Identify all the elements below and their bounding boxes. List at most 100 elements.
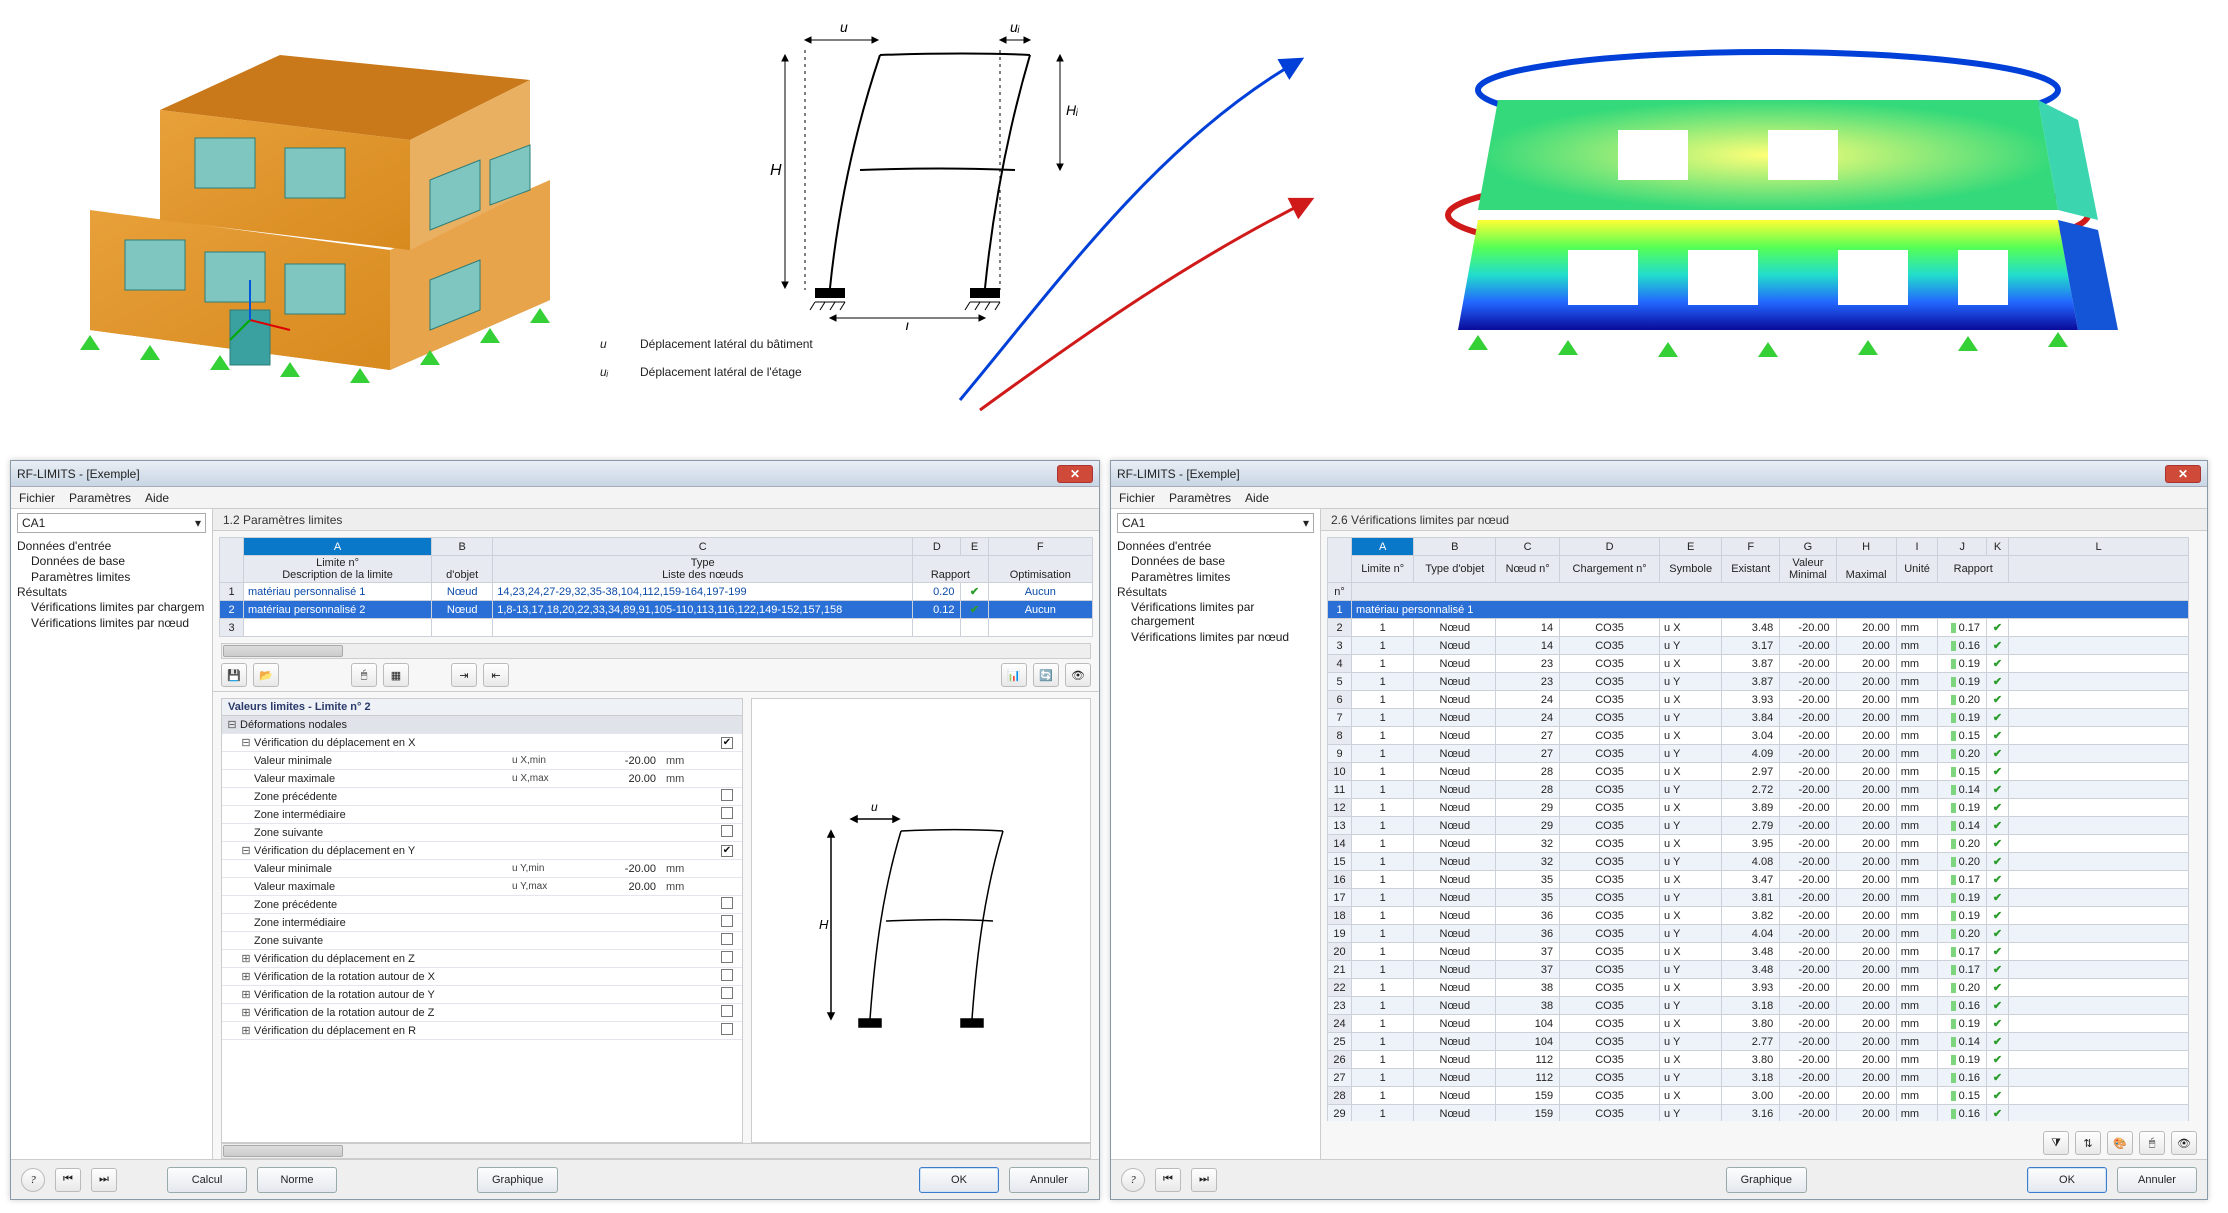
titlebar-left[interactable]: RF-LIMITS - [Exemple] ✕ <box>11 461 1099 487</box>
cancel-button[interactable]: Annuler <box>2117 1167 2197 1193</box>
table-row[interactable]: 13 1 Nœud 29 CO35 u Y 2.79 -20.00 20.00 … <box>1328 817 2189 835</box>
ok-button[interactable]: OK <box>919 1167 999 1193</box>
results-grid[interactable]: A B C D E F G H I J K L <box>1327 537 2189 1121</box>
tb-pick-icon[interactable]: 🖱 <box>2139 1131 2165 1155</box>
checkbox[interactable] <box>721 951 733 963</box>
property-row[interactable]: ⊞Vérification du déplacement en Z <box>222 950 742 968</box>
checkbox[interactable] <box>721 789 733 801</box>
tb-export-icon[interactable]: ⇤ <box>483 663 509 687</box>
close-button[interactable]: ✕ <box>1057 465 1093 483</box>
limits-grid[interactable]: A B C D E F Limite n°Description de la l… <box>219 537 1093 637</box>
nav-prev-icon[interactable]: ⏮ <box>55 1168 81 1192</box>
checkbox[interactable] <box>721 737 733 749</box>
table-row[interactable]: 19 1 Nœud 36 CO35 u Y 4.04 -20.00 20.00 … <box>1328 925 2189 943</box>
tb-filter-icon[interactable]: ⧩ <box>2043 1131 2069 1155</box>
table-row[interactable]: 27 1 Nœud 112 CO35 u Y 3.18 -20.00 20.00… <box>1328 1069 2189 1087</box>
table-row[interactable]: 26 1 Nœud 112 CO35 u X 3.80 -20.00 20.00… <box>1328 1051 2189 1069</box>
table-row[interactable]: 1 matériau personnalisé 1 Nœud 14,23,24,… <box>220 583 1093 601</box>
loadcase-combo[interactable]: CA1 ▾ <box>17 513 206 533</box>
menu-help[interactable]: Aide <box>1245 491 1269 505</box>
tb-eye-icon[interactable]: 👁 <box>1065 663 1091 687</box>
tree-item[interactable]: Données de base <box>1117 553 1314 569</box>
checkbox[interactable] <box>721 1023 733 1035</box>
tree-item[interactable]: Paramètres limites <box>17 569 206 585</box>
table-row[interactable]: 5 1 Nœud 23 CO35 u Y 3.87 -20.00 20.00 m… <box>1328 673 2189 691</box>
table-row[interactable]: 24 1 Nœud 104 CO35 u X 3.80 -20.00 20.00… <box>1328 1015 2189 1033</box>
table-row[interactable]: 15 1 Nœud 32 CO35 u Y 4.08 -20.00 20.00 … <box>1328 853 2189 871</box>
table-row[interactable]: 16 1 Nœud 35 CO35 u X 3.47 -20.00 20.00 … <box>1328 871 2189 889</box>
nav-next-icon[interactable]: ⏭ <box>91 1168 117 1192</box>
property-row[interactable]: ⊟Vérification du déplacement en Y <box>222 842 742 860</box>
property-row[interactable]: ⊞Vérification du déplacement en R <box>222 1022 742 1040</box>
table-row[interactable]: 8 1 Nœud 27 CO35 u X 3.04 -20.00 20.00 m… <box>1328 727 2189 745</box>
property-row[interactable]: Zone intermédiaire <box>222 914 742 932</box>
table-row[interactable]: 25 1 Nœud 104 CO35 u Y 2.77 -20.00 20.00… <box>1328 1033 2189 1051</box>
table-row[interactable]: 14 1 Nœud 32 CO35 u X 3.95 -20.00 20.00 … <box>1328 835 2189 853</box>
loadcase-combo[interactable]: CA1 ▾ <box>1117 513 1314 533</box>
property-row[interactable]: ⊟Vérification du déplacement en X <box>222 734 742 752</box>
table-row[interactable]: 2 matériau personnalisé 2 Nœud 1,8-13,17… <box>220 601 1093 619</box>
menu-params[interactable]: Paramètres <box>1169 491 1231 505</box>
tree-item[interactable]: Vérifications limites par nœud <box>1117 629 1314 645</box>
tree-item[interactable]: Vérifications limites par nœud <box>17 615 206 631</box>
help-icon[interactable]: ? <box>21 1168 45 1192</box>
property-row[interactable]: ⊞Vérification de la rotation autour de Y <box>222 986 742 1004</box>
menu-help[interactable]: Aide <box>145 491 169 505</box>
tree-item[interactable]: Paramètres limites <box>1117 569 1314 585</box>
table-group-row[interactable]: 1matériau personnalisé 1 <box>1328 601 2189 619</box>
table-row[interactable]: 21 1 Nœud 37 CO35 u Y 3.48 -20.00 20.00 … <box>1328 961 2189 979</box>
graph-button[interactable]: Graphique <box>1726 1167 1807 1193</box>
table-row[interactable]: 23 1 Nœud 38 CO35 u Y 3.18 -20.00 20.00 … <box>1328 997 2189 1015</box>
ok-button[interactable]: OK <box>2027 1167 2107 1193</box>
tb-open-icon[interactable]: 📂 <box>253 663 279 687</box>
tb-color-icon[interactable]: 🎨 <box>2107 1131 2133 1155</box>
property-row[interactable]: Zone suivante <box>222 824 742 842</box>
checkbox[interactable] <box>721 969 733 981</box>
nav-next-icon[interactable]: ⏭ <box>1191 1168 1217 1192</box>
graph-button[interactable]: Graphique <box>477 1167 558 1193</box>
table-row[interactable]: 3 1 Nœud 14 CO35 u Y 3.17 -20.00 20.00 m… <box>1328 637 2189 655</box>
table-row[interactable]: 9 1 Nœud 27 CO35 u Y 4.09 -20.00 20.00 m… <box>1328 745 2189 763</box>
calc-button[interactable]: Calcul <box>167 1167 247 1193</box>
horizontal-scrollbar[interactable] <box>221 643 1091 659</box>
table-row[interactable]: 17 1 Nœud 35 CO35 u Y 3.81 -20.00 20.00 … <box>1328 889 2189 907</box>
property-row[interactable]: ⊞Vérification de la rotation autour de X <box>222 968 742 986</box>
checkbox[interactable] <box>721 933 733 945</box>
table-row[interactable]: 18 1 Nœud 36 CO35 u X 3.82 -20.00 20.00 … <box>1328 907 2189 925</box>
table-row[interactable]: 6 1 Nœud 24 CO35 u X 3.93 -20.00 20.00 m… <box>1328 691 2189 709</box>
help-icon[interactable]: ? <box>1121 1168 1145 1192</box>
checkbox[interactable] <box>721 807 733 819</box>
table-row[interactable]: 12 1 Nœud 29 CO35 u X 3.89 -20.00 20.00 … <box>1328 799 2189 817</box>
table-row[interactable]: 3 <box>220 619 1093 637</box>
property-row[interactable]: ⊟Déformations nodales <box>222 716 742 734</box>
property-row[interactable]: Zone intermédiaire <box>222 806 742 824</box>
norm-button[interactable]: Norme <box>257 1167 337 1193</box>
property-row[interactable]: Zone précédente <box>222 896 742 914</box>
checkbox[interactable] <box>721 915 733 927</box>
checkbox[interactable] <box>721 897 733 909</box>
tree-item[interactable]: Données de base <box>17 553 206 569</box>
table-row[interactable]: 2 1 Nœud 14 CO35 u X 3.48 -20.00 20.00 m… <box>1328 619 2189 637</box>
table-row[interactable]: 22 1 Nœud 38 CO35 u X 3.93 -20.00 20.00 … <box>1328 979 2189 997</box>
tree-item[interactable]: Vérifications limites par chargement <box>1117 599 1314 629</box>
table-row[interactable]: 10 1 Nœud 28 CO35 u X 2.97 -20.00 20.00 … <box>1328 763 2189 781</box>
menu-params[interactable]: Paramètres <box>69 491 131 505</box>
checkbox[interactable] <box>721 845 733 857</box>
table-row[interactable]: 29 1 Nœud 159 CO35 u Y 3.16 -20.00 20.00… <box>1328 1105 2189 1122</box>
tb-sort-icon[interactable]: ⇅ <box>2075 1131 2101 1155</box>
horizontal-scrollbar[interactable] <box>221 1143 1091 1159</box>
cancel-button[interactable]: Annuler <box>1009 1167 1089 1193</box>
menu-file[interactable]: Fichier <box>1119 491 1155 505</box>
table-row[interactable]: 7 1 Nœud 24 CO35 u Y 3.84 -20.00 20.00 m… <box>1328 709 2189 727</box>
checkbox[interactable] <box>721 825 733 837</box>
menu-file[interactable]: Fichier <box>19 491 55 505</box>
table-row[interactable]: 11 1 Nœud 28 CO35 u Y 2.72 -20.00 20.00 … <box>1328 781 2189 799</box>
tb-select-icon[interactable]: ▦ <box>383 663 409 687</box>
tb-excel-icon[interactable]: 📊 <box>1001 663 1027 687</box>
property-row[interactable]: Zone précédente <box>222 788 742 806</box>
table-row[interactable]: 28 1 Nœud 159 CO35 u X 3.00 -20.00 20.00… <box>1328 1087 2189 1105</box>
titlebar-right[interactable]: RF-LIMITS - [Exemple] ✕ <box>1111 461 2207 487</box>
tb-import-icon[interactable]: ⇥ <box>451 663 477 687</box>
tb-refresh-icon[interactable]: 🔄 <box>1033 663 1059 687</box>
table-row[interactable]: 20 1 Nœud 37 CO35 u X 3.48 -20.00 20.00 … <box>1328 943 2189 961</box>
